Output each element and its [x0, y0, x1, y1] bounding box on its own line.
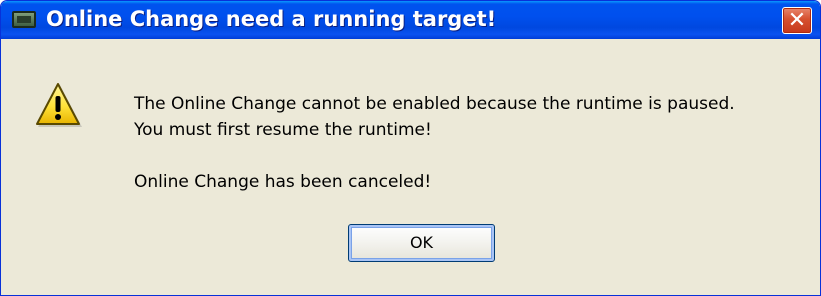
message-line-2: You must first resume the runtime!	[134, 120, 432, 140]
message-line-3: Online Change has been canceled!	[134, 172, 432, 192]
window-title: Online Change need a running target!	[46, 7, 497, 31]
title-bar[interactable]: Online Change need a running target! ✕	[1, 1, 820, 39]
message-line-1: The Online Change cannot be enabled beca…	[134, 94, 735, 114]
dialog-body: The Online Change cannot be enabled beca…	[1, 39, 820, 295]
close-icon: ✕	[787, 8, 807, 33]
dialog-window: Online Change need a running target! ✕ T…	[0, 0, 821, 296]
message-text: The Online Change cannot be enabled beca…	[134, 91, 735, 195]
app-icon	[12, 11, 36, 28]
ok-button[interactable]: OK	[348, 224, 495, 262]
warning-icon	[36, 83, 82, 127]
close-button[interactable]: ✕	[782, 7, 812, 34]
